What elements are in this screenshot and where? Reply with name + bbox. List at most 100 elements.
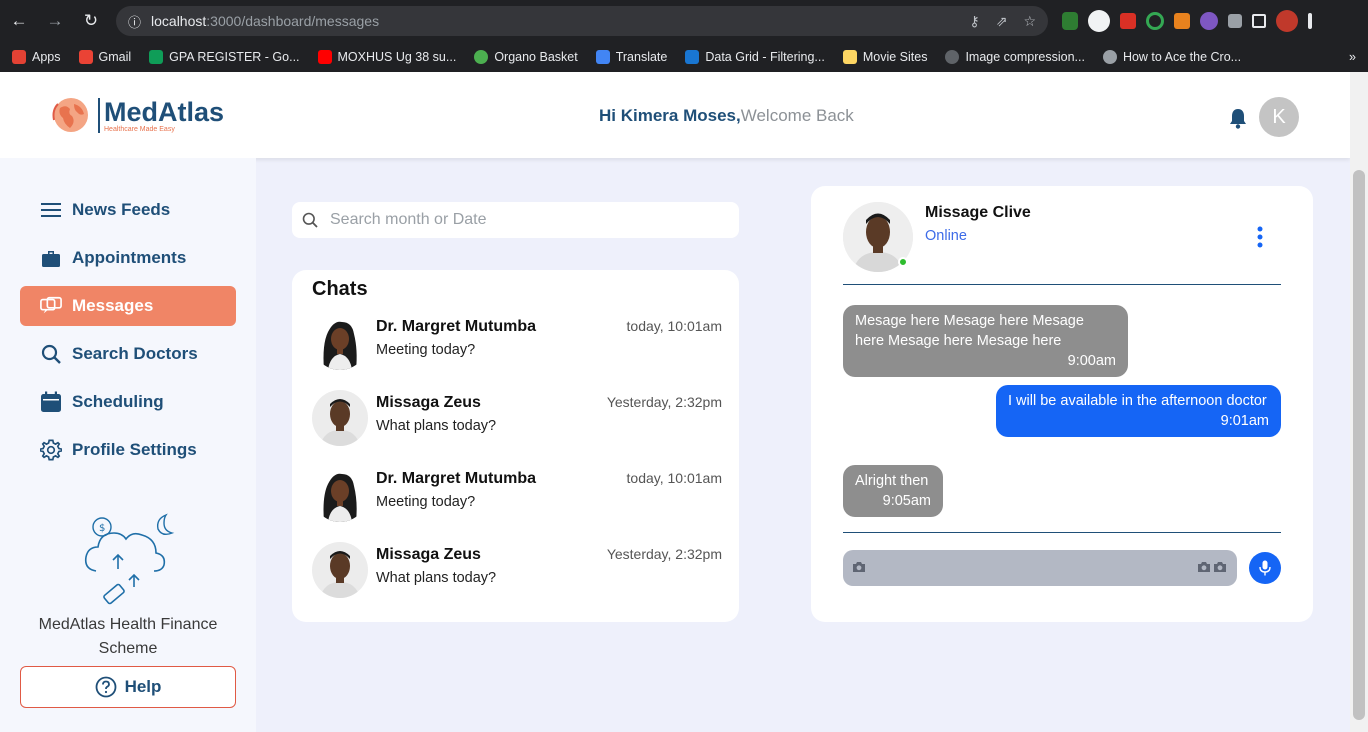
forward-icon[interactable]: → (44, 10, 66, 32)
back-icon[interactable]: ← (8, 10, 30, 32)
greeting-welcome: Welcome Back (740, 106, 854, 125)
camera-icon[interactable] (852, 561, 866, 573)
bookmark-translate[interactable]: Translate (595, 50, 667, 64)
gmail-icon (78, 50, 93, 64)
sidebar-item-label: Scheduling (72, 392, 164, 411)
microphone-icon (1259, 560, 1271, 576)
chat-list-item[interactable]: Missaga Zeus What plans today? Yesterday… (312, 390, 722, 450)
bookmark-data-grid[interactable]: Data Grid - Filtering... (685, 50, 825, 64)
bookmarks-overflow-icon[interactable]: » (1349, 50, 1356, 64)
sidebar-item-messages[interactable]: Messages (20, 286, 236, 326)
chat-timestamp: Yesterday, 2:32pm (606, 394, 722, 410)
image-attach-icon[interactable] (1213, 561, 1227, 573)
sidebar-item-label: Appointments (72, 248, 187, 267)
folder-icon (842, 50, 857, 64)
bookmark-movie-sites[interactable]: Movie Sites (842, 50, 927, 64)
kebab-menu-icon[interactable] (1308, 13, 1312, 29)
user-avatar[interactable]: K (1259, 97, 1299, 137)
chat-last-message: What plans today? (376, 418, 497, 434)
extension-spark-icon[interactable] (1200, 12, 1218, 30)
header-divider (843, 284, 1281, 285)
sheets-icon (149, 50, 164, 64)
extension-target-icon[interactable] (1146, 12, 1164, 30)
star-icon[interactable]: ☆ (1023, 13, 1036, 30)
scrollbar-thumb[interactable] (1353, 170, 1365, 720)
bookmark-gmail[interactable]: Gmail (78, 50, 131, 64)
extension-shield-icon[interactable] (1062, 12, 1078, 30)
address-bar[interactable]: ⓘ localhost:3000/dashboard/messages ⚷ ⇗ … (116, 6, 1048, 36)
bookmark-image-compression[interactable]: Image compression... (945, 50, 1085, 64)
sidebar-item-appointments[interactable]: Appointments (20, 238, 236, 278)
svg-text:$: $ (99, 523, 105, 534)
search-input[interactable] (330, 211, 710, 229)
brand-tagline: Healthcare Made Easy (104, 125, 175, 133)
medatlas-logo[interactable]: MedAtlas Healthcare Made Easy (50, 94, 224, 136)
help-label: Help (124, 677, 162, 696)
extension-red-icon[interactable] (1120, 13, 1136, 29)
finance-scheme-label: MedAtlas Health Finance Scheme (38, 616, 218, 657)
microphone-button[interactable] (1249, 552, 1281, 584)
logo-text: MedAtlas Healthcare Made Easy (98, 96, 225, 133)
message-time: 9:00am (1067, 353, 1116, 369)
sidebar-item-label: Search Doctors (72, 344, 198, 363)
chat-timestamp: Yesterday, 2:32pm (606, 546, 722, 562)
mui-icon (685, 50, 700, 64)
chat-list-item[interactable]: Dr. Margret Mutumba Meeting today? today… (312, 466, 722, 526)
chat-list-item[interactable]: Missaga Zeus What plans today? Yesterday… (312, 542, 722, 602)
chat-list-item[interactable]: Dr. Margret Mutumba Meeting today? today… (312, 314, 722, 374)
message-bubble-outgoing: I will be available in the afternoon doc… (996, 385, 1281, 437)
menu-icon (40, 199, 62, 221)
site-info-icon[interactable]: ⓘ (128, 12, 141, 31)
search-icon (302, 212, 318, 228)
chats-panel: Chats Dr. Margret Mutumba Meeting today?… (292, 270, 739, 622)
camera-icon[interactable] (1197, 561, 1211, 573)
bookmark-apps[interactable]: Apps (12, 50, 61, 64)
sidebar-item-label: Profile Settings (72, 440, 197, 459)
message-text: Alright then (855, 473, 929, 489)
chat-timestamp: today, 10:01am (626, 318, 722, 334)
message-text: Mesage here Mesage here Mesage here Mesa… (855, 313, 1084, 349)
sidebar-item-label: Messages (72, 296, 154, 315)
contact-name: Missage Clive (925, 204, 1031, 221)
chat-contact-name: Dr. Margret Mutumba (376, 470, 537, 487)
sidebar-item-news-feeds[interactable]: News Feeds (20, 190, 236, 230)
message-time: 9:01am (1220, 413, 1269, 429)
gear-icon (40, 439, 62, 461)
profile-avatar-icon[interactable] (1276, 10, 1298, 32)
extension-globe-icon[interactable] (1088, 10, 1110, 32)
bookmark-organo-basket[interactable]: Organo Basket (474, 50, 578, 64)
page-scrollbar[interactable] (1350, 72, 1368, 732)
sidebar-item-scheduling[interactable]: Scheduling (20, 382, 236, 422)
url-host: localhost (151, 13, 207, 29)
extensions-puzzle-icon[interactable] (1228, 14, 1242, 28)
welcome-greeting: Hi Kimera Moses,Welcome Back (599, 106, 854, 126)
youtube-icon (317, 50, 332, 64)
apps-icon (12, 50, 26, 64)
reload-icon[interactable]: ↻ (80, 10, 102, 32)
bell-icon[interactable] (1228, 107, 1248, 129)
github-icon (945, 50, 960, 64)
message-time: 9:05am (882, 493, 931, 509)
greeting-name: Hi Kimera Moses, (599, 106, 741, 125)
browser-toolbar: ← → ↻ ⓘ localhost:3000/dashboard/message… (0, 0, 1368, 42)
chats-title: Chats (312, 278, 368, 300)
sidebar-item-search-doctors[interactable]: Search Doctors (20, 334, 236, 374)
chat-timestamp: today, 10:01am (626, 470, 722, 486)
share-icon[interactable]: ⇗ (996, 13, 1008, 30)
key-icon[interactable]: ⚷ (969, 13, 979, 30)
more-options-icon[interactable] (1257, 226, 1263, 248)
avatar (312, 466, 368, 522)
extension-fox-icon[interactable] (1174, 13, 1190, 29)
search-icon (40, 343, 62, 365)
extensions-bar (1062, 10, 1312, 32)
link-icon (1102, 50, 1117, 64)
bookmark-moxhus[interactable]: MOXHUS Ug 38 su... (317, 50, 456, 64)
sidebar-item-profile-settings[interactable]: Profile Settings (20, 430, 236, 470)
bookmark-gpa-register[interactable]: GPA REGISTER - Go... (149, 50, 300, 64)
chat-icon (40, 295, 62, 317)
brand-name: MedAtlas (104, 96, 225, 127)
help-button[interactable]: Help (20, 666, 236, 708)
side-panel-icon[interactable] (1252, 14, 1266, 28)
bookmark-ace-the-cro[interactable]: How to Ace the Cro... (1102, 50, 1241, 64)
message-compose-input[interactable] (843, 550, 1237, 586)
